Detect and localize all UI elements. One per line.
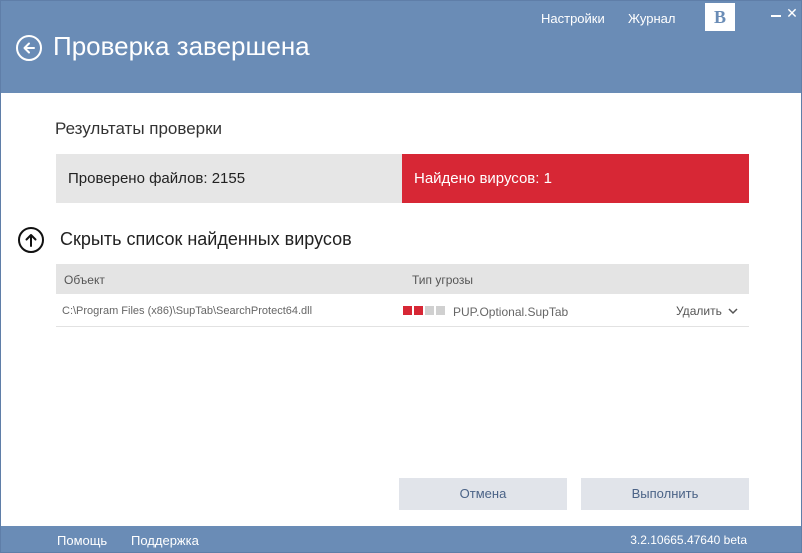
severity-segment — [436, 306, 445, 315]
column-header-object: Объект — [64, 273, 105, 287]
execute-button[interactable]: Выполнить — [581, 478, 749, 510]
collapse-up-arrow-icon[interactable] — [18, 227, 44, 253]
back-arrow-icon[interactable] — [16, 35, 42, 61]
column-header-threat-type: Тип угрозы — [412, 273, 474, 287]
hide-virus-list-toggle[interactable]: Скрыть список найденных вирусов — [60, 229, 352, 250]
chevron-down-icon — [728, 308, 738, 315]
cancel-button[interactable]: Отмена — [399, 478, 567, 510]
page-title: Проверка завершена — [53, 31, 310, 61]
close-icon: ✕ — [786, 5, 798, 21]
version-label: 3.2.10665.47640 beta — [630, 533, 747, 547]
minimize-button[interactable] — [769, 5, 783, 21]
severity-segment — [425, 306, 434, 315]
files-checked-panel: Проверено файлов: 2155 — [56, 154, 402, 203]
support-link[interactable]: Поддержка — [131, 533, 199, 548]
files-checked-text: Проверено файлов: 2155 — [68, 170, 246, 187]
minimize-icon — [771, 15, 781, 17]
table-header: Объект Тип угрозы — [56, 264, 749, 294]
results-title: Результаты проверки — [55, 119, 223, 138]
viruses-found-text: Найдено вирусов: 1 — [414, 170, 552, 187]
table-row[interactable]: C:\Program Files (x86)\SupTab\SearchProt… — [56, 295, 749, 327]
object-path: C:\Program Files (x86)\SupTab\SearchProt… — [62, 305, 313, 317]
settings-link[interactable]: Настройки — [541, 11, 605, 26]
journal-link[interactable]: Журнал — [628, 11, 675, 26]
threat-type: PUP.Optional.SupTab — [453, 305, 569, 319]
close-button[interactable]: ✕ — [785, 5, 799, 21]
severity-segment — [403, 306, 412, 315]
help-link[interactable]: Помощь — [57, 533, 107, 548]
action-label: Удалить — [676, 304, 722, 318]
app-window: Проверка завершена Настройки Журнал B ✕ … — [0, 0, 802, 553]
action-dropdown[interactable]: Удалить — [676, 304, 738, 318]
header-bar: Проверка завершена Настройки Журнал B ✕ — [1, 1, 801, 93]
severity-segment — [414, 306, 423, 315]
viruses-found-panel: Найдено вирусов: 1 — [402, 154, 749, 203]
footer-bar: Помощь Поддержка 3.2.10665.47640 beta — [1, 526, 801, 552]
app-logo: B — [705, 3, 735, 31]
